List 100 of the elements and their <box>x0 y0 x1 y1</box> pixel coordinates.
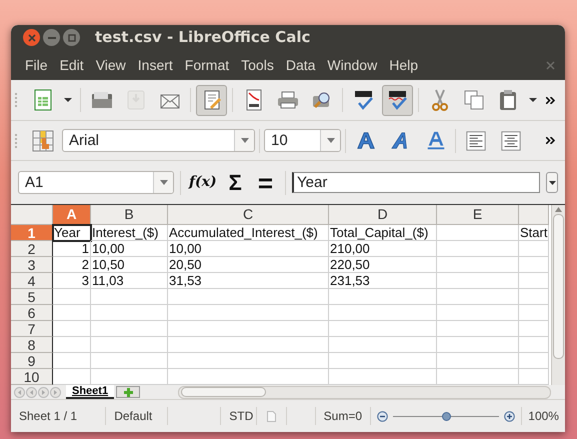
table-cell[interactable]: 10,00 <box>91 241 168 257</box>
menu-item[interactable]: Tools <box>235 54 280 76</box>
table-cell[interactable] <box>91 305 168 321</box>
table-cell[interactable] <box>91 289 168 305</box>
corner-cell[interactable] <box>11 205 53 225</box>
table-cell[interactable] <box>329 337 437 353</box>
table-cell[interactable] <box>437 353 519 369</box>
table-cell[interactable] <box>437 321 519 337</box>
minimize-button[interactable] <box>43 29 60 46</box>
table-cell[interactable] <box>519 241 549 257</box>
table-cell[interactable]: 20,50 <box>168 257 329 273</box>
row-header[interactable]: 3 <box>11 257 53 273</box>
toolbar-button[interactable] <box>382 84 413 116</box>
row-header[interactable]: 8 <box>11 337 53 353</box>
column-header[interactable]: B <box>91 205 168 225</box>
sheet-tab[interactable]: Sheet1 <box>66 385 114 399</box>
caret-icon[interactable] <box>240 138 248 143</box>
scroll-thumb[interactable] <box>181 387 266 397</box>
chevrons-icon[interactable] <box>546 96 555 104</box>
table-cell[interactable] <box>53 337 91 353</box>
table-cell[interactable] <box>329 353 437 369</box>
menu-item[interactable]: Window <box>321 54 384 76</box>
table-cell[interactable] <box>168 337 329 353</box>
name-box[interactable]: A1 <box>18 171 174 194</box>
table-cell[interactable] <box>91 353 168 369</box>
toolbar-grip[interactable] <box>15 93 18 107</box>
menu-item[interactable]: Data <box>280 54 322 76</box>
table-cell[interactable] <box>519 337 549 353</box>
row-header[interactable]: 10 <box>11 369 53 385</box>
table-cell[interactable] <box>437 305 519 321</box>
table-cell[interactable] <box>519 257 549 273</box>
function-wizard-button[interactable]: f(x) <box>187 172 219 193</box>
table-cell[interactable] <box>519 273 549 289</box>
zoom-out-icon[interactable] <box>377 410 388 422</box>
row-header[interactable]: 7 <box>11 321 53 337</box>
table-cell[interactable] <box>329 289 437 305</box>
menu-item[interactable]: Help <box>383 54 424 76</box>
font-name-field[interactable]: Arial <box>62 129 255 152</box>
table-cell[interactable]: 10,50 <box>91 257 168 273</box>
table-cell[interactable] <box>91 337 168 353</box>
table-cell[interactable] <box>519 353 549 369</box>
row-header[interactable]: 9 <box>11 353 53 369</box>
table-cell[interactable] <box>53 305 91 321</box>
table-cell[interactable] <box>437 257 519 273</box>
table-cell[interactable] <box>53 353 91 369</box>
caret-icon[interactable] <box>160 180 168 185</box>
column-header[interactable] <box>519 205 549 225</box>
zoom-in-icon[interactable] <box>504 410 516 422</box>
add-sheet-button[interactable] <box>116 386 140 398</box>
table-cell[interactable]: Year <box>53 225 91 241</box>
horizontal-scrollbar[interactable] <box>178 386 551 398</box>
zoom-percentage[interactable]: 100% <box>522 407 565 425</box>
menu-item[interactable]: Format <box>178 54 236 76</box>
table-cell[interactable] <box>437 337 519 353</box>
table-cell[interactable]: 231,53 <box>329 273 437 289</box>
table-cell[interactable] <box>519 289 549 305</box>
table-cell[interactable]: 31,53 <box>168 273 329 289</box>
table-cell[interactable]: 1 <box>53 241 91 257</box>
table-cell[interactable] <box>53 321 91 337</box>
column-header[interactable]: C <box>168 205 329 225</box>
close-button[interactable] <box>23 29 40 46</box>
row-header[interactable]: 6 <box>11 305 53 321</box>
table-cell[interactable]: 210,00 <box>329 241 437 257</box>
table-cell[interactable] <box>168 353 329 369</box>
row-header[interactable]: 2 <box>11 241 53 257</box>
table-cell[interactable] <box>168 289 329 305</box>
caret-icon[interactable] <box>326 138 334 143</box>
table-cell[interactable] <box>329 305 437 321</box>
menu-item[interactable]: Insert <box>132 54 179 76</box>
column-header[interactable]: D <box>329 205 437 225</box>
row-header[interactable]: 4 <box>11 273 53 289</box>
table-cell[interactable] <box>53 289 91 305</box>
table-cell[interactable] <box>168 321 329 337</box>
font-size-field[interactable]: 10 <box>264 129 341 152</box>
formula-button[interactable]: = <box>252 170 280 194</box>
table-cell[interactable]: 10,00 <box>168 241 329 257</box>
table-cell[interactable]: Total_Capital_($) <box>329 225 437 241</box>
table-cell[interactable] <box>91 321 168 337</box>
table-cell[interactable] <box>329 321 437 337</box>
maximize-button[interactable] <box>63 29 80 46</box>
vertical-scrollbar[interactable] <box>551 205 565 385</box>
table-cell[interactable] <box>437 241 519 257</box>
menu-item[interactable]: File <box>19 54 54 76</box>
menu-item[interactable]: Edit <box>54 54 90 76</box>
sum-button[interactable]: Σ <box>224 170 246 194</box>
slider-thumb[interactable] <box>442 412 451 420</box>
toolbar-grip[interactable] <box>15 134 18 148</box>
scroll-thumb[interactable] <box>553 214 564 359</box>
table-cell[interactable]: 11,03 <box>91 273 168 289</box>
table-cell[interactable]: Start <box>519 225 549 241</box>
table-cell[interactable] <box>519 305 549 321</box>
table-cell[interactable]: 2 <box>53 257 91 273</box>
table-cell[interactable] <box>437 225 519 241</box>
table-cell[interactable] <box>168 305 329 321</box>
table-cell[interactable]: 3 <box>53 273 91 289</box>
row-header[interactable]: 5 <box>11 289 53 305</box>
column-header[interactable]: E <box>437 205 519 225</box>
table-cell[interactable]: 220,50 <box>329 257 437 273</box>
table-cell[interactable] <box>519 321 549 337</box>
table-cell[interactable]: Interest_($) <box>91 225 168 241</box>
